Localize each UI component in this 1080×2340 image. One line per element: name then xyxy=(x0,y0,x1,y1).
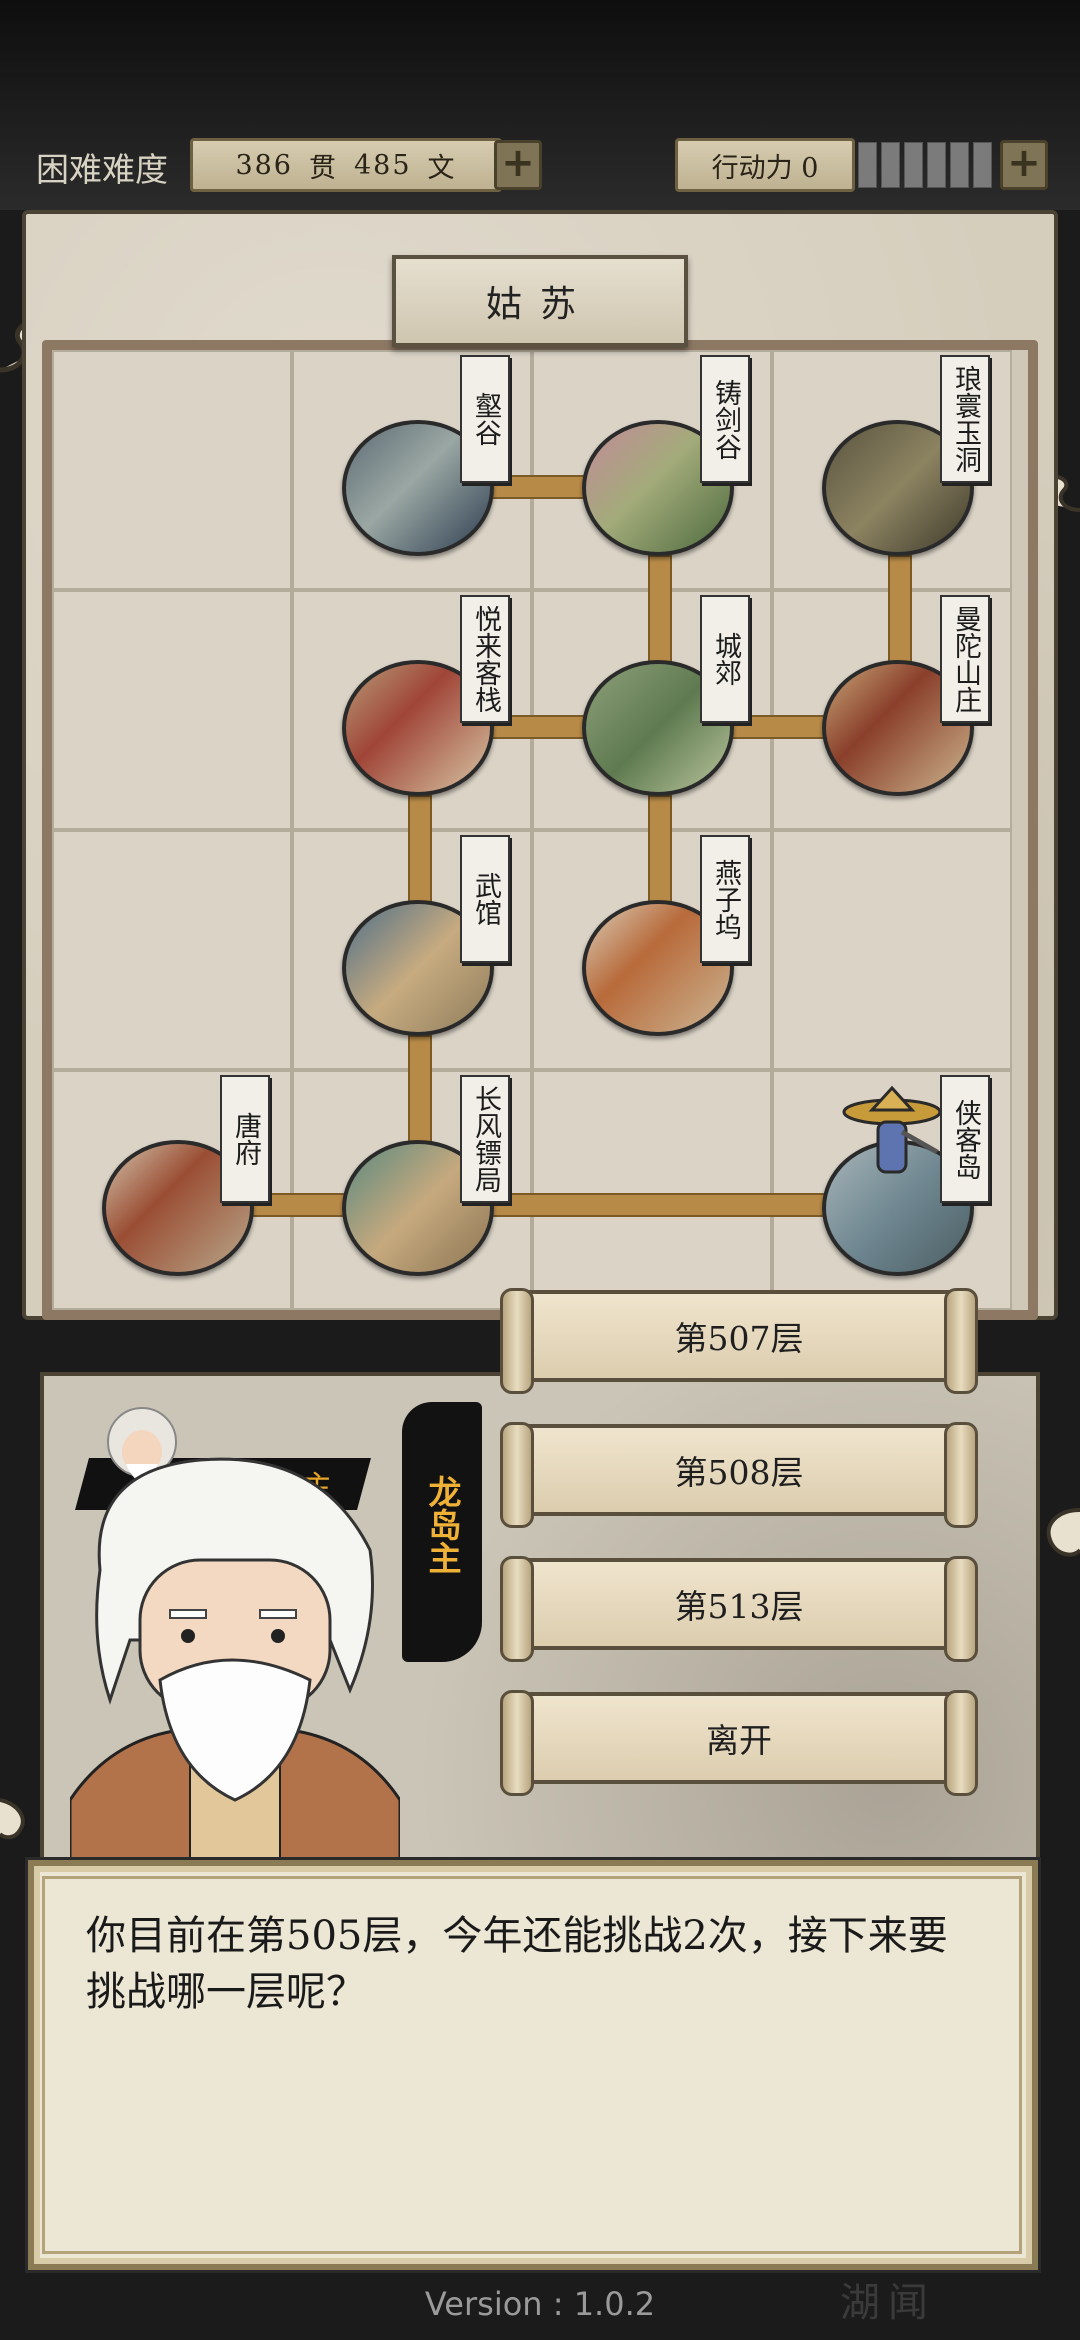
location-label: 琅寰玉洞 xyxy=(940,355,990,483)
location-label: 武馆 xyxy=(460,835,510,963)
add-action-button[interactable]: + xyxy=(1000,140,1048,190)
add-money-button[interactable]: + xyxy=(494,140,542,190)
location-label: 长风镖局 xyxy=(460,1075,510,1203)
floor-option-button[interactable]: 第513层 xyxy=(500,1556,978,1662)
money-guan-unit: 贯 xyxy=(309,152,338,184)
location-label: 曼陀山庄 xyxy=(940,595,990,723)
version-label: Version : 1.0.2 xyxy=(424,2285,656,2323)
floor-option-button[interactable]: 第508层 xyxy=(500,1422,978,1528)
location-label: 壑谷 xyxy=(460,355,510,483)
action-points-display: 行动力 0 xyxy=(675,138,855,192)
action-points-bar xyxy=(858,140,998,190)
map-road xyxy=(408,795,432,905)
location-label: 唐府 xyxy=(220,1075,270,1203)
floor-option-button[interactable]: 第507层 xyxy=(500,1288,978,1394)
cloud-ornament-icon xyxy=(0,1798,25,1840)
map-road xyxy=(408,1035,432,1145)
location-label: 侠客岛 xyxy=(940,1075,990,1203)
region-title: 姑苏 xyxy=(392,255,688,347)
difficulty-label: 困难难度 xyxy=(36,150,168,189)
location-label: 城郊 xyxy=(700,595,750,723)
map-road xyxy=(648,555,672,665)
leave-button[interactable]: 离开 xyxy=(500,1690,978,1796)
money-wen-value: 485 xyxy=(354,149,412,181)
map-road xyxy=(888,555,912,665)
swordsman-icon xyxy=(842,1085,942,1174)
location-label: 铸剑谷 xyxy=(700,355,750,483)
map-road xyxy=(490,1193,830,1217)
map-road xyxy=(648,795,672,905)
dialog-text: 你目前在第505层，今年还能挑战2次，接下来要挑战哪一层呢？ xyxy=(86,1913,948,2015)
money-guan-value: 386 xyxy=(235,149,293,181)
speaker-name: 龙岛主 xyxy=(423,1475,462,1574)
elder-portrait xyxy=(70,1457,400,1860)
location-label: 悦来客栈 xyxy=(460,595,510,723)
money-wen-unit: 文 xyxy=(427,152,457,184)
money-display: 386 贯 485 文 xyxy=(190,138,502,192)
location-label: 燕子坞 xyxy=(700,835,750,963)
